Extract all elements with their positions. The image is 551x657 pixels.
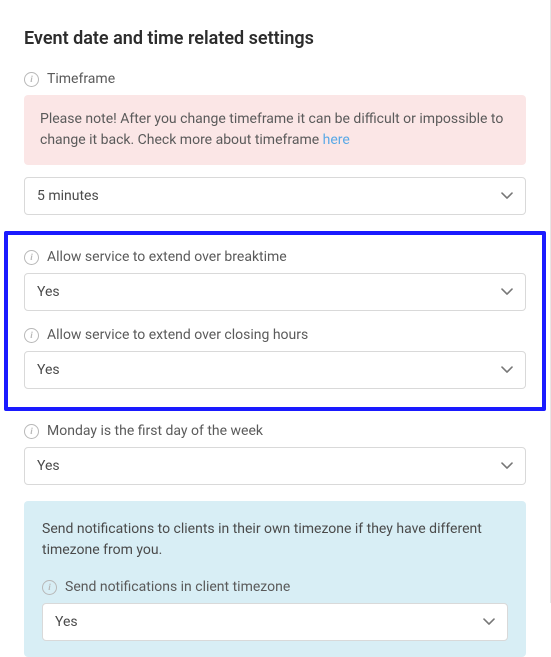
closing-label: i Allow service to extend over closing h… — [24, 327, 526, 343]
timeframe-alert: Please note! After you change timeframe … — [24, 95, 526, 165]
breaktime-label-text: Allow service to extend over breaktime — [47, 249, 287, 265]
breaktime-label: i Allow service to extend over breaktime — [24, 249, 526, 265]
info-icon[interactable]: i — [42, 580, 57, 595]
page-title: Event date and time related settings — [24, 28, 526, 49]
closing-select-value: Yes — [37, 362, 60, 378]
timeframe-alert-text: Please note! After you change timeframe … — [40, 111, 503, 148]
timezone-panel-intro: Send notifications to clients in their o… — [42, 519, 508, 561]
chevron-down-icon — [501, 366, 513, 374]
info-icon[interactable]: i — [24, 424, 39, 439]
closing-label-text: Allow service to extend over closing hou… — [47, 327, 308, 343]
timezone-select-value: Yes — [55, 614, 78, 630]
timeframe-label-text: Timeframe — [47, 71, 115, 87]
timeframe-select-value: 5 minutes — [37, 188, 99, 204]
timeframe-select[interactable]: 5 minutes — [24, 177, 526, 215]
highlight-box: i Allow service to extend over breaktime… — [4, 231, 546, 411]
timezone-label-text: Send notifications in client timezone — [65, 579, 290, 595]
chevron-down-icon — [501, 192, 513, 200]
breaktime-section: i Allow service to extend over breaktime… — [24, 249, 526, 311]
timeframe-label: i Timeframe — [24, 71, 526, 87]
breaktime-select[interactable]: Yes — [24, 273, 526, 311]
chevron-down-icon — [501, 288, 513, 296]
timezone-panel: Send notifications to clients in their o… — [24, 501, 526, 657]
chevron-down-icon — [501, 462, 513, 470]
monday-section: i Monday is the first day of the week Ye… — [24, 423, 526, 485]
closing-section: i Allow service to extend over closing h… — [24, 327, 526, 389]
monday-select[interactable]: Yes — [24, 447, 526, 485]
breaktime-select-value: Yes — [37, 284, 60, 300]
chevron-down-icon — [483, 618, 495, 626]
timezone-select[interactable]: Yes — [42, 603, 508, 641]
timezone-label: i Send notifications in client timezone — [42, 579, 508, 595]
monday-select-value: Yes — [37, 458, 60, 474]
info-icon[interactable]: i — [24, 328, 39, 343]
info-icon[interactable]: i — [24, 250, 39, 265]
timeframe-section: i Timeframe Please note! After you chang… — [24, 71, 526, 215]
closing-select[interactable]: Yes — [24, 351, 526, 389]
info-icon[interactable]: i — [24, 72, 39, 87]
monday-label-text: Monday is the first day of the week — [47, 423, 263, 439]
monday-label: i Monday is the first day of the week — [24, 423, 526, 439]
timeframe-alert-link[interactable]: here — [323, 132, 350, 148]
